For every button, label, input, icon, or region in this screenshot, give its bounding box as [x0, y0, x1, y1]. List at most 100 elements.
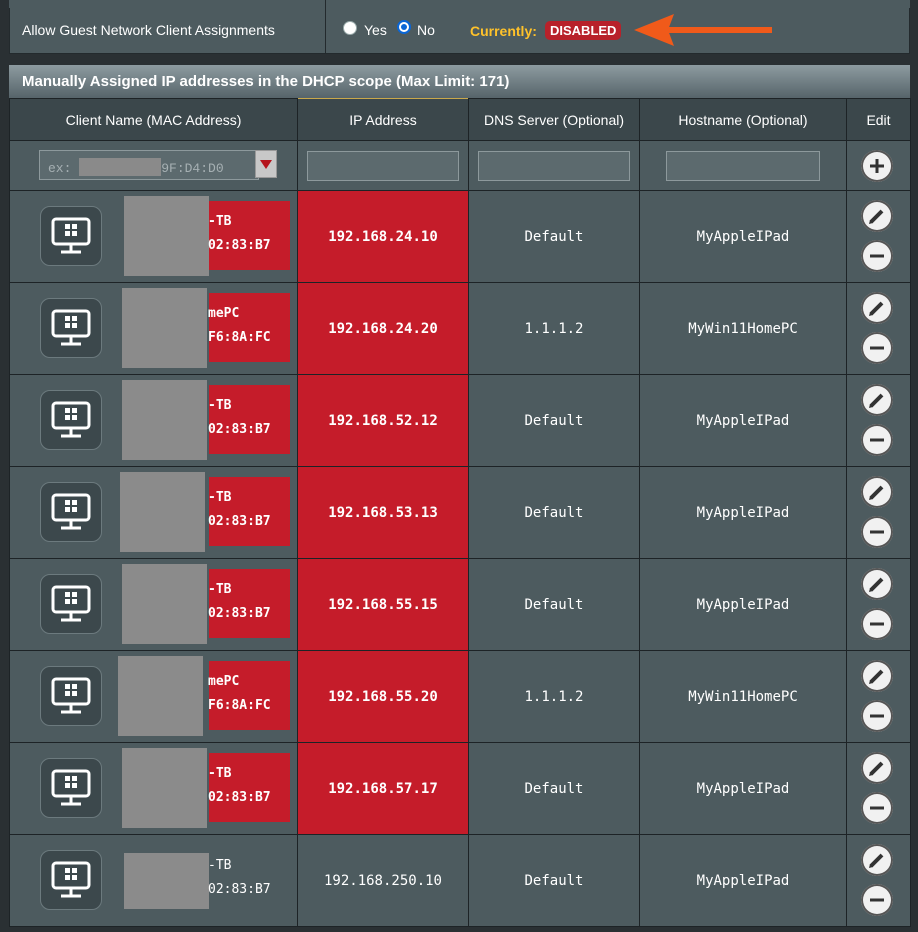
- top-strip: [9, 0, 910, 8]
- header-hostname: Hostname (Optional): [639, 98, 847, 141]
- client-info[interactable]: -TB 02:83:B7: [10, 191, 297, 282]
- client-mac: 02:83:B7: [208, 238, 271, 253]
- ip-address-cell: 192.168.24.20: [297, 282, 469, 375]
- client-cell: -TB 02:83:B7: [9, 190, 298, 283]
- client-highlight: [209, 293, 290, 362]
- client-mac: F6:8A:FC: [208, 330, 271, 345]
- client-cell: mePC F6:8A:FC: [9, 650, 298, 743]
- edit-button[interactable]: [861, 200, 893, 232]
- monitor-icon: [51, 769, 91, 806]
- windows-pc-icon[interactable]: [40, 758, 102, 818]
- plus-circle-icon: [870, 159, 884, 173]
- edit-cell: [846, 466, 911, 559]
- ip-input-cell: [297, 140, 469, 191]
- client-name: -TB: [208, 858, 232, 873]
- windows-pc-icon[interactable]: [40, 574, 102, 634]
- mac-address-field[interactable]: ex: 9F:D4:D0: [39, 150, 259, 180]
- pencil-icon: [869, 577, 884, 592]
- monitor-icon: [51, 677, 91, 714]
- edit-button[interactable]: [861, 660, 893, 692]
- client-mac: 02:83:B7: [208, 422, 271, 437]
- delete-button[interactable]: [861, 792, 893, 824]
- table-header-row: Client Name (MAC Address) IP Address DNS…: [9, 98, 911, 141]
- client-cell: -TB 02:83:B7: [9, 742, 298, 835]
- client-name: -TB: [208, 214, 232, 229]
- windows-pc-icon[interactable]: [40, 666, 102, 726]
- edit-button[interactable]: [861, 568, 893, 600]
- client-mac: F6:8A:FC: [208, 698, 271, 713]
- redaction-box: [79, 158, 162, 176]
- client-info[interactable]: -TB 02:83:B7: [10, 835, 297, 926]
- windows-pc-icon[interactable]: [40, 482, 102, 542]
- delete-button[interactable]: [861, 608, 893, 640]
- ip-address-cell: 192.168.52.12: [297, 374, 469, 467]
- status-badge: DISABLED: [545, 21, 622, 40]
- client-info[interactable]: -TB 02:83:B7: [10, 559, 297, 650]
- add-entry-row: ex: 9F:D4:D0: [9, 140, 911, 191]
- edit-cell: [846, 374, 911, 467]
- edit-button[interactable]: [861, 476, 893, 508]
- edit-button[interactable]: [861, 844, 893, 876]
- delete-button[interactable]: [861, 516, 893, 548]
- delete-button[interactable]: [861, 332, 893, 364]
- client-name: -TB: [208, 582, 232, 597]
- client-highlight: [209, 201, 290, 270]
- pencil-icon: [869, 301, 884, 316]
- minus-circle-icon: [870, 714, 884, 718]
- delete-button[interactable]: [861, 884, 893, 916]
- hostname-input[interactable]: [666, 150, 820, 181]
- client-cell: -TB 02:83:B7: [9, 374, 298, 467]
- yes-radio-label[interactable]: Yes: [364, 22, 387, 38]
- add-button[interactable]: [861, 150, 893, 182]
- windows-pc-icon[interactable]: [40, 298, 102, 358]
- windows-pc-icon[interactable]: [40, 206, 102, 266]
- monitor-icon: [51, 309, 91, 346]
- dns-server-input[interactable]: [478, 150, 630, 181]
- client-info[interactable]: mePC F6:8A:FC: [10, 283, 297, 374]
- dhcp-reservation-table: Client Name (MAC Address) IP Address DNS…: [9, 98, 911, 927]
- mac-placeholder-prefix: ex:: [48, 161, 72, 176]
- edit-cell: [846, 650, 911, 743]
- mac-address-input[interactable]: ex: 9F:D4:D0: [39, 150, 277, 181]
- no-radio-label[interactable]: No: [417, 22, 435, 38]
- client-info[interactable]: mePC F6:8A:FC: [10, 651, 297, 742]
- pencil-icon: [869, 209, 884, 224]
- client-mac: 02:83:B7: [208, 790, 271, 805]
- delete-button[interactable]: [861, 240, 893, 272]
- monitor-icon: [51, 585, 91, 622]
- delete-button[interactable]: [861, 424, 893, 456]
- client-info[interactable]: -TB 02:83:B7: [10, 375, 297, 466]
- client-info[interactable]: -TB 02:83:B7: [10, 467, 297, 558]
- hostname-cell: MyAppleIPad: [639, 834, 847, 927]
- edit-button[interactable]: [861, 384, 893, 416]
- hostname-cell: MyAppleIPad: [639, 558, 847, 651]
- minus-circle-icon: [870, 530, 884, 534]
- pencil-icon: [869, 393, 884, 408]
- client-dropdown-button[interactable]: [255, 150, 277, 178]
- redaction-box: [124, 853, 209, 909]
- windows-pc-icon[interactable]: [40, 390, 102, 450]
- client-cell: -TB 02:83:B7: [9, 558, 298, 651]
- client-mac: 02:83:B7: [208, 606, 271, 621]
- windows-pc-icon[interactable]: [40, 850, 102, 910]
- client-info[interactable]: -TB 02:83:B7: [10, 743, 297, 834]
- table-row: -TB 02:83:B7 192.168.52.12 Default MyApp…: [9, 374, 911, 467]
- edit-button[interactable]: [861, 752, 893, 784]
- redaction-box: [120, 472, 205, 552]
- dns-server-cell: Default: [468, 466, 640, 559]
- ip-address-cell: 192.168.57.17: [297, 742, 469, 835]
- ip-address-input[interactable]: [307, 150, 459, 181]
- no-radio[interactable]: [397, 20, 411, 34]
- yes-radio[interactable]: [343, 21, 357, 35]
- dns-server-cell: Default: [468, 374, 640, 467]
- client-cell: mePC F6:8A:FC: [9, 282, 298, 375]
- guest-network-setting-row: Allow Guest Network Client Assignments Y…: [9, 8, 910, 54]
- currently-label: Currently:: [470, 23, 537, 39]
- delete-button[interactable]: [861, 700, 893, 732]
- edit-button[interactable]: [861, 292, 893, 324]
- header-ip-address[interactable]: IP Address: [297, 98, 469, 141]
- client-name: -TB: [208, 398, 232, 413]
- client-highlight: [209, 569, 290, 638]
- dns-server-cell: Default: [468, 558, 640, 651]
- dns-input-cell: [468, 140, 640, 191]
